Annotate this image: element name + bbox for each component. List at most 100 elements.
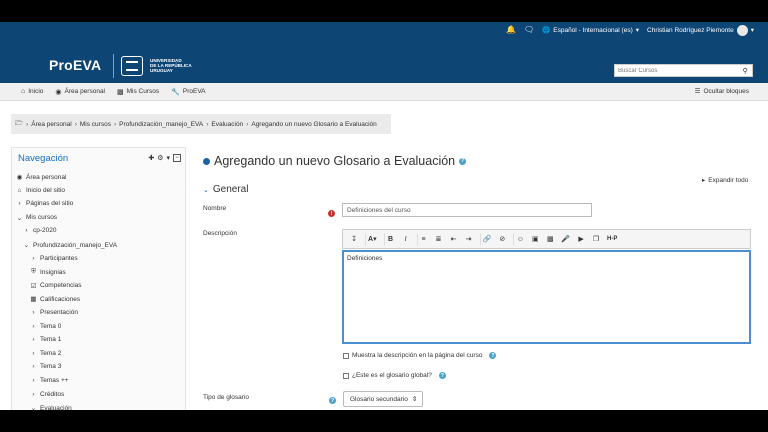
- caret-down-icon[interactable]: ▾: [166, 154, 170, 162]
- primary-nav: ⌂ Inicio ◉ Área personal ▩ Mis Cursos 🔧 …: [0, 83, 768, 101]
- checkbox[interactable]: [343, 372, 349, 379]
- show-description-checkbox[interactable]: Muestra la descripción en la página del …: [343, 352, 497, 359]
- browser-viewport: 🔔 🗨 🌐 Español - Internacional (es) ▾ Chr…: [0, 22, 768, 410]
- font-style-icon[interactable]: A ▾: [365, 232, 380, 246]
- nav-tree-label: Mis cursos: [26, 214, 58, 222]
- unlink-icon[interactable]: ⊘: [495, 233, 509, 246]
- nav-tree-item[interactable]: ⛨ Insignias: [30, 268, 66, 276]
- unordered-list-icon[interactable]: ≡: [416, 232, 431, 246]
- h5p-icon[interactable]: H-P: [604, 233, 620, 246]
- nav-home[interactable]: ⌂ Inicio: [21, 88, 43, 95]
- breadcrumb-section[interactable]: Evaluación: [211, 121, 243, 128]
- nav-tree-item[interactable]: › Páginas del sitio: [16, 200, 73, 207]
- chevron-right-icon: ›: [32, 349, 35, 357]
- chat-icon[interactable]: 🗨: [524, 26, 534, 34]
- chevron-right-icon: ▸: [702, 177, 706, 184]
- gear-icon[interactable]: ⚙: [157, 154, 163, 162]
- nav-tree-label: Tema 3: [40, 363, 62, 371]
- nav-tree-item[interactable]: › Tema 0: [30, 323, 61, 330]
- proeva-logo[interactable]: ProEVA: [49, 57, 101, 73]
- nav-tree-item[interactable]: › cp-2020: [23, 227, 56, 234]
- media-icon[interactable]: ▩: [543, 233, 557, 246]
- caret-down-icon: ▾: [635, 27, 640, 34]
- chevron-right-icon: ›: [18, 200, 21, 208]
- nav-tree-item[interactable]: › Presentación: [30, 309, 78, 316]
- collapse-block-icon[interactable]: −: [173, 154, 181, 162]
- video-icon[interactable]: ▶: [574, 233, 588, 246]
- description-editor[interactable]: Definiciones: [342, 250, 751, 344]
- help-icon[interactable]: ?: [459, 157, 467, 165]
- expand-all-link[interactable]: ▸ Expandir todo: [702, 176, 748, 185]
- outdent-icon[interactable]: ⇤: [447, 233, 461, 246]
- microphone-icon[interactable]: 🎤: [558, 233, 573, 246]
- top-bar: 🔔 🗨 🌐 Español - Internacional (es) ▾ Chr…: [0, 22, 768, 38]
- avatar: [736, 24, 748, 36]
- nav-tree-item[interactable]: ⌄ Evaluación: [30, 404, 72, 410]
- name-field[interactable]: [342, 203, 592, 217]
- nav-proeva[interactable]: 🔧 ProEVA: [171, 88, 205, 96]
- bell-icon[interactable]: 🔔: [506, 26, 516, 34]
- bold-icon[interactable]: B: [383, 232, 398, 246]
- glossary-icon: [203, 157, 210, 165]
- emoticon-icon[interactable]: ☺: [513, 232, 527, 246]
- nav-tree-item[interactable]: › Tema 2: [30, 350, 61, 357]
- chevron-right-icon: ›: [32, 336, 35, 344]
- toolbar-toggle-icon[interactable]: ↧: [347, 233, 361, 246]
- indent-icon[interactable]: ⇥: [462, 233, 476, 246]
- nav-tree-label: Área personal: [26, 173, 67, 181]
- nav-tree-item[interactable]: ⌂ Inicio del sitio: [16, 187, 66, 194]
- nav-tree-item[interactable]: › Créditos: [30, 391, 64, 398]
- name-label: Nombre: [203, 205, 227, 212]
- checkbox[interactable]: [343, 352, 349, 359]
- nav-tree-item[interactable]: ☑ Competencias: [30, 282, 82, 290]
- university-name: UNIVERSIDAD DE LA REPÚBLICA URUGUAY: [150, 58, 192, 74]
- nav-tree-label: Profundización_manejo_EVA: [33, 241, 118, 249]
- table-icon: ▦: [30, 296, 37, 304]
- nav-tree-item[interactable]: ▦ Calificaciones: [30, 295, 81, 304]
- section-general-toggle[interactable]: ⌄ General: [203, 184, 248, 195]
- search-input[interactable]: [615, 67, 739, 74]
- nav-tree-item[interactable]: ⌄ Profundización_manejo_EVA: [23, 241, 118, 250]
- image-icon[interactable]: ▣: [528, 233, 542, 246]
- nav-tree-label: Calificaciones: [40, 295, 81, 303]
- link-icon[interactable]: 🔗: [479, 232, 495, 246]
- chevron-right-icon: ›: [32, 322, 35, 330]
- help-icon[interactable]: ?: [438, 372, 446, 379]
- italic-icon[interactable]: I: [399, 233, 413, 246]
- chevron-right-icon: ›: [32, 390, 35, 398]
- breadcrumb-dashboard[interactable]: Área personal: [31, 121, 71, 128]
- nav-tree-item[interactable]: ◉ Área personal: [16, 173, 67, 182]
- nav-dashboard[interactable]: ◉ Área personal: [55, 88, 105, 96]
- breadcrumb-my-courses[interactable]: Mis cursos: [80, 121, 111, 128]
- help-icon[interactable]: ?: [329, 397, 336, 404]
- briefcase-icon: ▩: [117, 88, 124, 96]
- user-menu[interactable]: Christian Rodríguez Piemonte ▾: [647, 24, 754, 36]
- global-glossary-checkbox[interactable]: ¿Este es el glosario global? ?: [343, 372, 446, 379]
- chevron-right-icon: ›: [32, 309, 35, 316]
- shield-icon: ⛨: [31, 268, 36, 276]
- folder-icon[interactable]: 🗁: [15, 119, 23, 130]
- help-icon[interactable]: ?: [489, 352, 497, 359]
- nav-tree-item[interactable]: › Temas ++: [30, 377, 68, 384]
- page-title: Agregando un nuevo Glosario a Evaluación…: [203, 154, 467, 168]
- glossary-type-select[interactable]: Glosario secundario ⇕: [343, 391, 423, 407]
- nav-tree-item[interactable]: › Participantes: [30, 255, 77, 262]
- chevron-down-icon: ⌄: [16, 214, 23, 222]
- nav-tree-item[interactable]: › Tema 3: [30, 363, 61, 370]
- nav-tree-item[interactable]: › Tema 1: [30, 336, 61, 343]
- description-label: Descripción: [203, 230, 237, 237]
- chevron-right-icon: ›: [32, 377, 35, 384]
- search-icon[interactable]: ⚲: [738, 65, 752, 76]
- move-icon[interactable]: ✚: [148, 154, 154, 162]
- caret-down-icon: ▾: [750, 27, 754, 34]
- language-menu[interactable]: 🌐 Español - Internacional (es) ▾: [542, 26, 640, 35]
- breadcrumb: 🗁 › Área personal › Mis cursos › Profund…: [11, 114, 391, 134]
- manage-files-icon[interactable]: ❐: [589, 233, 603, 246]
- nav-my-courses[interactable]: ▩ Mis Cursos: [117, 88, 159, 96]
- nav-tree-item[interactable]: ⌄ Mis cursos: [16, 214, 57, 222]
- hide-blocks-button[interactable]: ☰ Ocultar bloques: [695, 87, 749, 96]
- ordered-list-icon[interactable]: ≣: [432, 233, 446, 246]
- breadcrumb-course[interactable]: Profundización_manejo_EVA: [119, 121, 203, 128]
- university-seal-icon: [121, 56, 143, 76]
- glossary-type-label: Tipo de glosario: [203, 394, 250, 401]
